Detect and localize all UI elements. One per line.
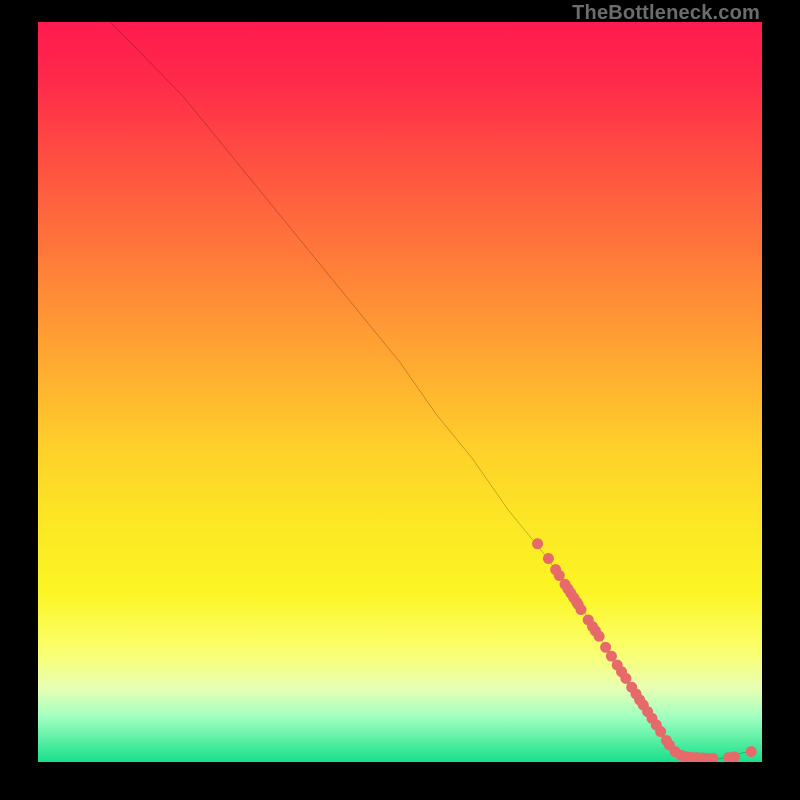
scatter-point bbox=[746, 746, 757, 757]
bottleneck-curve bbox=[110, 22, 747, 759]
chart-svg bbox=[38, 22, 762, 762]
scatter-point bbox=[729, 751, 740, 762]
scatter-point bbox=[594, 631, 605, 642]
plot-area bbox=[38, 22, 762, 762]
scatter-layer bbox=[532, 538, 757, 762]
chart-stage: TheBottleneck.com bbox=[0, 0, 800, 800]
scatter-point bbox=[543, 553, 554, 564]
scatter-point bbox=[575, 604, 586, 615]
scatter-point bbox=[532, 538, 543, 549]
curve-layer bbox=[110, 22, 747, 759]
